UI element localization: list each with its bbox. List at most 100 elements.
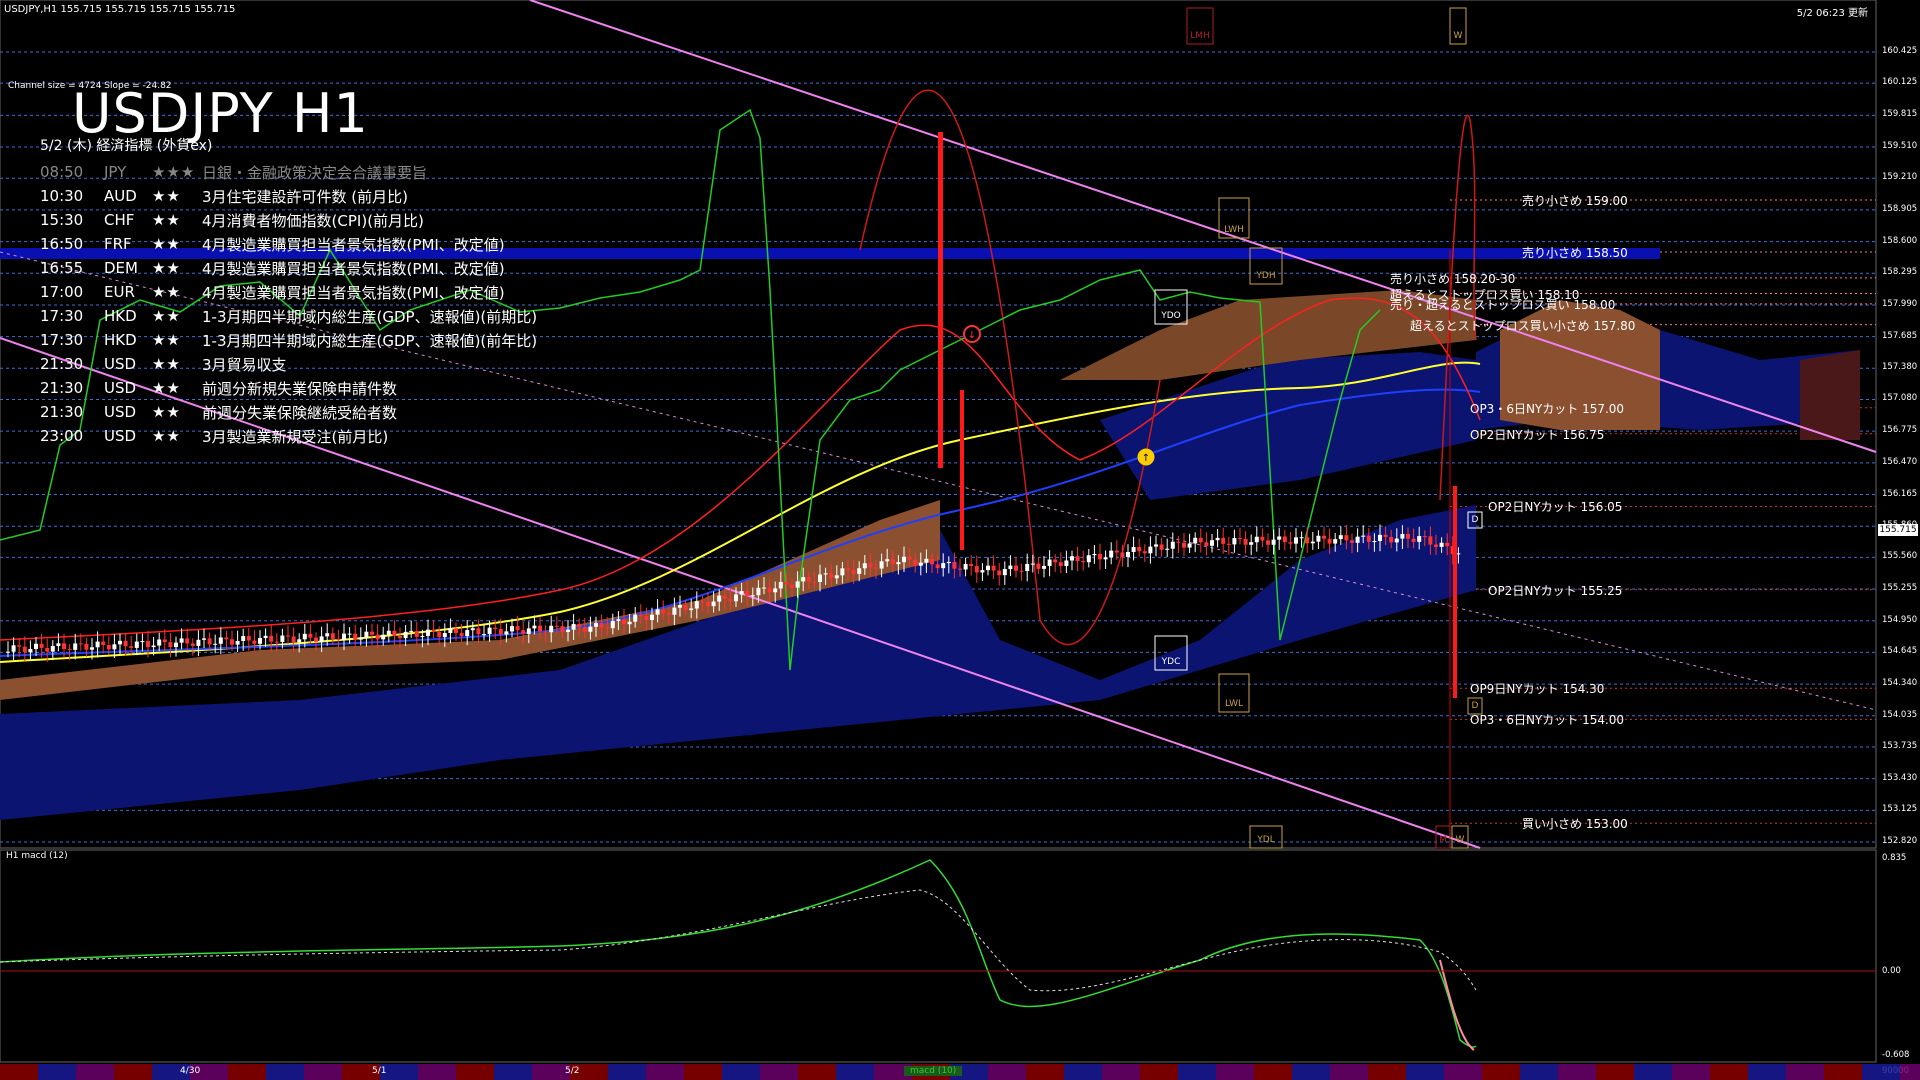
candle-body xyxy=(946,561,951,564)
candle-body xyxy=(90,647,94,650)
macd-footer-tag[interactable]: macd (10) xyxy=(904,1066,963,1076)
candle-body xyxy=(442,633,447,638)
event-row: 21:30 USD ★★ 前週分失業保険継続受給者数 xyxy=(40,400,560,424)
candle-body xyxy=(1417,536,1422,542)
candle-body xyxy=(67,649,72,651)
footer-session-segment xyxy=(228,1064,266,1080)
price-tick-label: 152.820 xyxy=(1882,836,1918,846)
candle-body xyxy=(196,639,201,646)
event-title: 1-3月期四半期域内総生産(GDP、速報値)(前期比) xyxy=(202,307,538,326)
candle-body xyxy=(913,559,918,566)
candle-body xyxy=(689,608,694,611)
candle-body xyxy=(1266,540,1270,545)
candle-body xyxy=(1434,544,1438,547)
candle-body xyxy=(302,633,307,640)
event-importance: ★★ xyxy=(152,187,181,205)
candle-body xyxy=(330,633,335,639)
footer-session-segment xyxy=(1824,1064,1862,1080)
footer-date-label: 4/30 xyxy=(180,1066,201,1076)
economic-events-list: 08:50 JPY ★★★ 日銀・金融政策決定会合議事要旨 10:30 AUD ★★ 3月住宅… xyxy=(40,160,560,448)
price-tick-label: 156.470 xyxy=(1882,456,1918,467)
candle-body xyxy=(459,633,464,637)
candle-body xyxy=(78,643,83,645)
candle-body xyxy=(482,634,486,636)
footer-session-segment xyxy=(1786,1064,1824,1080)
candle-body xyxy=(414,630,419,637)
candle-body xyxy=(902,556,906,563)
order-level-label: 売り小さめ 158.50 xyxy=(1522,245,1628,260)
candle-body xyxy=(207,638,212,645)
candle-body xyxy=(504,631,509,635)
candle-body xyxy=(521,630,526,634)
candle-body xyxy=(1064,560,1069,567)
order-level-label: OP3・6日NYカット 157.00 xyxy=(1470,401,1625,416)
candle-body xyxy=(706,601,710,607)
candle-body xyxy=(1210,540,1214,546)
candle-body xyxy=(146,641,150,648)
candle-body xyxy=(1148,546,1153,554)
event-row: 15:30 CHF ★★ 4月消費者物価指数(CPI)(前月比) xyxy=(40,208,560,232)
level-box-label: YDH xyxy=(1255,271,1275,281)
event-time: 16:50 xyxy=(40,235,84,253)
candle-body xyxy=(980,570,985,573)
candle-body xyxy=(890,559,895,565)
footer-session-segment xyxy=(1330,1064,1368,1080)
candle-body xyxy=(1299,537,1304,539)
candle-body xyxy=(823,573,828,575)
candle-body xyxy=(739,591,744,595)
candle-body xyxy=(1422,536,1427,538)
candle-body xyxy=(935,564,940,569)
event-time: 17:30 xyxy=(40,307,84,325)
candle-body xyxy=(6,651,10,653)
candle-body xyxy=(812,581,817,583)
candle-body xyxy=(1204,542,1209,546)
candle-body xyxy=(1142,551,1147,554)
events-subtitle: 5/2 (木) 経済指標 (外貨ex) xyxy=(40,138,213,154)
candle-body xyxy=(588,626,593,632)
candle-body xyxy=(1411,538,1416,542)
candle-body xyxy=(616,619,621,621)
candle-body xyxy=(1366,535,1371,542)
event-time: 10:30 xyxy=(40,187,84,205)
update-time: 5/2 06:23 更新 xyxy=(1796,8,1868,19)
candle-body xyxy=(62,643,66,650)
candle-body xyxy=(1439,542,1444,547)
price-tick-label: 158.600 xyxy=(1882,235,1918,246)
candle-body xyxy=(958,568,962,570)
candle-body xyxy=(342,633,346,641)
candle-body xyxy=(1114,550,1119,553)
candle-body xyxy=(11,645,16,652)
event-title: 3月貿易収支 xyxy=(202,355,287,374)
candle-body xyxy=(230,639,234,645)
event-title: 3月製造業新規受注(前月比) xyxy=(202,427,389,446)
candle-body xyxy=(1249,542,1254,545)
candle-body xyxy=(762,587,766,589)
candle-body xyxy=(683,605,688,611)
footer-date-label: 5/2 xyxy=(565,1066,580,1076)
candle-body xyxy=(28,648,33,653)
candle-body xyxy=(1288,542,1293,544)
level-box-label: D xyxy=(1472,515,1479,525)
footer-session-segment xyxy=(1748,1064,1786,1080)
level-box-label: YDL xyxy=(1256,835,1274,845)
candle-body xyxy=(829,573,834,579)
candle-body xyxy=(1327,538,1332,544)
candle-body xyxy=(364,631,369,638)
event-currency: HKD xyxy=(104,331,137,349)
candle-body xyxy=(1086,555,1091,563)
candle-body xyxy=(969,563,974,566)
red-spike-3 xyxy=(1453,486,1457,698)
candle-body xyxy=(157,639,162,646)
candle-body xyxy=(218,637,223,644)
footer-session-segment xyxy=(1140,1064,1178,1080)
candle-body xyxy=(728,598,733,602)
event-time: 17:30 xyxy=(40,331,84,349)
candle-body xyxy=(1165,548,1170,550)
footer-session-segment xyxy=(684,1064,722,1080)
candle-body xyxy=(986,565,990,571)
event-time: 23:00 xyxy=(40,427,84,445)
price-tick-label: 154.340 xyxy=(1882,678,1918,689)
price-tick-label: 157.080 xyxy=(1882,393,1918,404)
order-level-label: OP2日NYカット 155.25 xyxy=(1488,583,1623,598)
candle-body xyxy=(1254,536,1259,543)
